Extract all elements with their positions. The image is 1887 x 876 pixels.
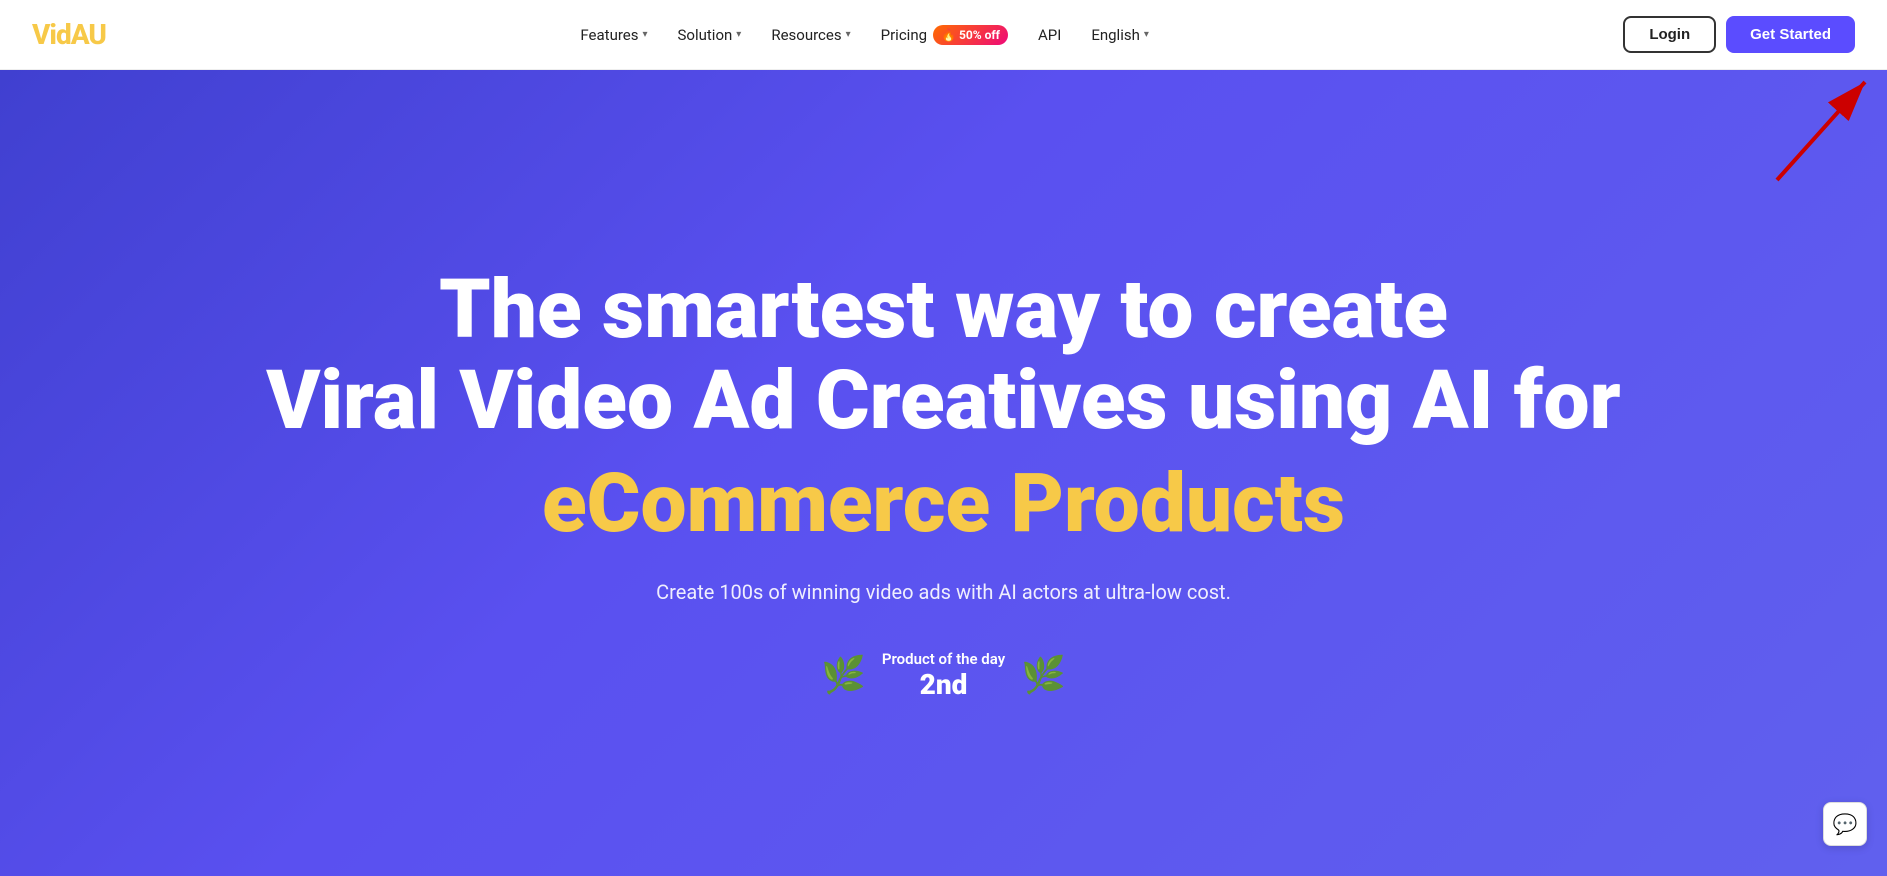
- nav-actions: Login Get Started: [1623, 16, 1855, 53]
- nav-language[interactable]: English ▾: [1079, 18, 1161, 52]
- nav-resources[interactable]: Resources ▾: [759, 18, 862, 52]
- nav-features[interactable]: Features ▾: [568, 18, 659, 52]
- logo-vid: Vid: [32, 18, 71, 51]
- pricing-badge: 🔥 50% off: [933, 25, 1008, 45]
- logo[interactable]: VidAU: [32, 18, 106, 51]
- chevron-down-icon: ▾: [846, 29, 851, 40]
- chat-icon: 💬: [1833, 812, 1858, 836]
- hero-section: The smartest way to create Viral Video A…: [0, 70, 1887, 876]
- laurel-right-icon: 🌿: [1021, 654, 1066, 696]
- hero-highlight: eCommerce Products: [542, 456, 1345, 552]
- hero-subtitle: Create 100s of winning video ads with AI…: [656, 580, 1231, 604]
- chat-widget[interactable]: 💬: [1823, 802, 1867, 846]
- nav-solution[interactable]: Solution ▾: [666, 18, 754, 52]
- laurel-left-icon: 🌿: [821, 654, 866, 696]
- chevron-down-icon: ▾: [1144, 29, 1149, 40]
- navbar: VidAU Features ▾ Solution ▾ Resources ▾ …: [0, 0, 1887, 70]
- nav-api[interactable]: API: [1026, 18, 1073, 52]
- arrow-annotation: [1747, 70, 1887, 190]
- logo-au: AU: [71, 18, 106, 51]
- chevron-down-icon: ▾: [642, 29, 647, 40]
- hero-title: The smartest way to create Viral Video A…: [266, 265, 1620, 445]
- login-button[interactable]: Login: [1623, 16, 1716, 53]
- nav-links: Features ▾ Solution ▾ Resources ▾ Pricin…: [568, 17, 1160, 53]
- badge-num-text: 2nd: [920, 668, 968, 701]
- nav-pricing[interactable]: Pricing 🔥 50% off: [869, 17, 1020, 53]
- badge-top-text: Product of the day: [882, 650, 1005, 668]
- product-of-day-badge: 🌿 Product of the day 2nd 🌿: [821, 650, 1066, 701]
- chevron-down-icon: ▾: [736, 29, 741, 40]
- get-started-button[interactable]: Get Started: [1726, 16, 1855, 53]
